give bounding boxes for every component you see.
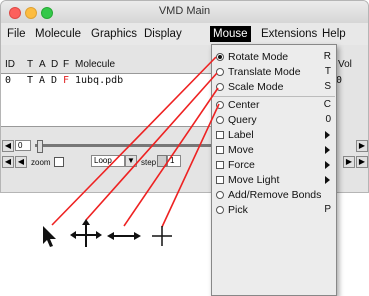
zoom-label: zoom	[31, 158, 51, 167]
checkbox-icon	[216, 146, 224, 154]
title-bar[interactable]: VMD Main	[1, 1, 368, 24]
menu-item-force[interactable]: Force	[212, 158, 336, 173]
step-forward-button[interactable]: ▶	[356, 156, 368, 168]
rotate-cursor-icon	[70, 219, 102, 247]
shortcut-label: C	[323, 99, 331, 110]
radio-icon	[216, 68, 224, 76]
shortcut-label: T	[324, 66, 331, 77]
menu-bar: File Molecule Graphics Display Mouse Ext…	[1, 23, 368, 45]
menu-item-scale-mode[interactable]: Scale Mode S	[212, 80, 336, 95]
item-label: Move Light	[228, 174, 280, 186]
row-d[interactable]: D	[51, 75, 57, 86]
item-label: Force	[228, 159, 255, 171]
arrow-cursor-icon	[43, 226, 56, 247]
col-d: D	[51, 59, 59, 70]
step-field[interactable]: 1	[167, 155, 181, 167]
menu-separator	[213, 96, 335, 97]
item-label: Label	[228, 129, 254, 141]
item-label: Add/Remove Bonds	[228, 189, 322, 201]
menu-item-move-light[interactable]: Move Light	[212, 173, 336, 188]
window-title: VMD Main	[158, 5, 211, 17]
menu-item-label[interactable]: Label	[212, 128, 336, 143]
menu-item-query[interactable]: Query 0	[212, 113, 336, 128]
menu-molecule[interactable]: Molecule	[32, 26, 84, 42]
col-f: F	[63, 59, 70, 70]
col-vol: Vol	[338, 59, 352, 70]
step-label: step	[141, 158, 157, 167]
item-label: Scale Mode	[228, 81, 284, 93]
item-label: Query	[228, 114, 257, 126]
checkbox-icon	[216, 176, 224, 184]
shortcut-label: R	[323, 51, 331, 62]
step-back-button[interactable]: ◀	[2, 156, 14, 168]
menu-item-move[interactable]: Move	[212, 143, 336, 158]
radio-icon	[216, 83, 224, 91]
submenu-arrow-icon	[325, 131, 330, 139]
submenu-arrow-icon	[325, 146, 330, 154]
step-decrement-button[interactable]	[157, 155, 167, 167]
shortcut-label: 0	[325, 114, 331, 125]
shortcut-label: S	[324, 81, 331, 92]
row-f[interactable]: F	[63, 75, 69, 86]
frame-field[interactable]: 0	[15, 140, 31, 151]
menu-file[interactable]: File	[4, 26, 29, 42]
menu-graphics[interactable]: Graphics	[88, 26, 140, 42]
menu-item-rotate-mode[interactable]: Rotate Mode R	[212, 50, 336, 65]
goto-end-button[interactable]: ▶	[356, 140, 368, 152]
row-t[interactable]: T	[27, 75, 33, 86]
radio-icon	[216, 53, 224, 61]
col-id: ID	[5, 59, 15, 70]
row-molecule[interactable]: 1ubq.pdb	[75, 75, 123, 86]
play-forward-button[interactable]: ▶	[343, 156, 355, 168]
submenu-arrow-icon	[325, 161, 330, 169]
item-label: Center	[228, 99, 260, 111]
menu-item-translate-mode[interactable]: Translate Mode T	[212, 65, 336, 80]
submenu-arrow-icon	[325, 176, 330, 184]
col-molecule: Molecule	[75, 59, 116, 70]
menu-mouse[interactable]: Mouse	[210, 26, 251, 42]
menu-item-center[interactable]: Center C	[212, 98, 336, 113]
checkbox-icon	[216, 161, 224, 169]
play-reverse-button[interactable]: ◀	[15, 156, 27, 168]
item-label: Translate Mode	[228, 66, 301, 78]
menu-item-pick[interactable]: Pick P	[212, 203, 336, 218]
translate-cursor-icon	[107, 232, 141, 240]
goto-start-button[interactable]: ◀	[2, 140, 14, 152]
menu-display[interactable]: Display	[141, 26, 185, 42]
loop-dropdown-icon[interactable]: ▼	[125, 155, 137, 167]
item-label: Pick	[228, 204, 248, 216]
radio-icon	[216, 191, 224, 199]
menu-help[interactable]: Help	[319, 26, 349, 42]
zoom-checkbox[interactable]	[54, 157, 64, 167]
loop-select[interactable]: Loop	[91, 155, 125, 167]
frame-slider[interactable]	[35, 144, 211, 147]
row-a[interactable]: A	[39, 75, 45, 86]
scale-cursor-icon	[152, 226, 172, 246]
col-a: A	[39, 59, 46, 70]
col-t: T	[27, 59, 34, 70]
menu-item-add-remove-bonds[interactable]: Add/Remove Bonds	[212, 188, 336, 203]
shortcut-label: P	[324, 204, 331, 215]
radio-icon	[216, 206, 224, 214]
item-label: Move	[228, 144, 254, 156]
row-id: 0	[5, 75, 12, 86]
radio-icon	[216, 116, 224, 124]
slider-handle[interactable]	[37, 140, 43, 153]
checkbox-icon	[216, 131, 224, 139]
mouse-menu: Rotate Mode R Translate Mode T Scale Mod…	[211, 44, 337, 296]
item-label: Rotate Mode	[228, 51, 289, 63]
radio-icon	[216, 101, 224, 109]
menu-extensions[interactable]: Extensions	[258, 26, 320, 42]
